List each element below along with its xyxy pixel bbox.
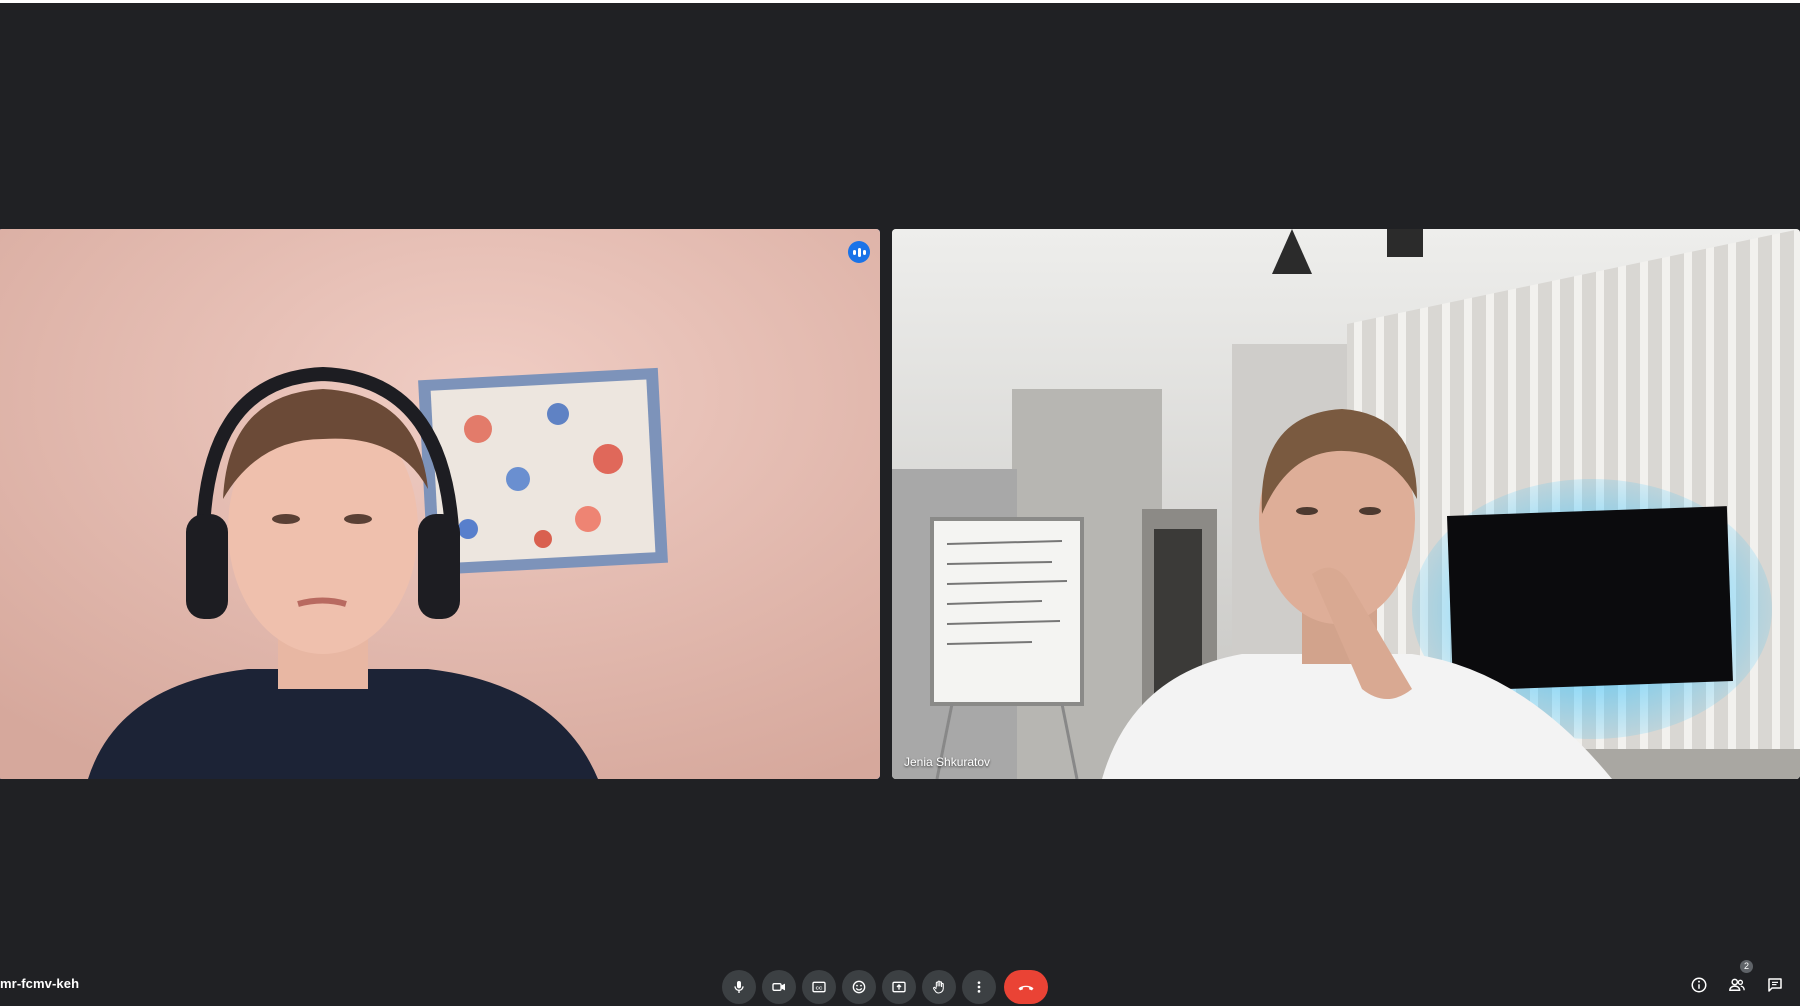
participant-tile-2[interactable]: Jenia Shkuratov (892, 229, 1800, 779)
people-button[interactable]: 2 (1726, 960, 1753, 996)
meeting-details-button[interactable] (1688, 974, 1710, 996)
present-screen-icon (892, 981, 906, 993)
people-icon (1729, 978, 1745, 991)
meeting-window: Jenia Shkuratov mr-fcmv-keh CC 2 (0, 3, 1800, 1006)
camera-button[interactable] (762, 970, 796, 1004)
raise-hand-button[interactable] (922, 970, 956, 1004)
call-controls: CC (722, 970, 1048, 1004)
emoji-icon (852, 980, 866, 994)
microphone-icon (734, 981, 744, 993)
present-screen-button[interactable] (882, 970, 916, 1004)
captions-button[interactable]: CC (802, 970, 836, 1004)
chat-icon (1768, 978, 1782, 992)
participant-2-video (892, 229, 1800, 779)
more-options-icon (977, 981, 981, 993)
meeting-code: mr-fcmv-keh (0, 976, 80, 991)
speaking-indicator-icon (848, 241, 870, 263)
raise-hand-icon (933, 980, 944, 994)
side-tools: 2 (1688, 960, 1786, 996)
chat-button[interactable] (1764, 974, 1786, 996)
end-call-icon (1018, 985, 1034, 991)
info-icon (1691, 977, 1707, 993)
participant-1-video (0, 229, 880, 779)
people-count-badge: 2 (1740, 960, 1753, 973)
camera-icon (772, 983, 785, 991)
end-call-button[interactable] (1004, 970, 1048, 1004)
participant-tile-1[interactable] (0, 229, 880, 779)
participant-2-name: Jenia Shkuratov (904, 755, 991, 769)
more-options-button[interactable] (962, 970, 996, 1004)
microphone-button[interactable] (722, 970, 756, 1004)
captions-icon: CC (812, 981, 826, 993)
emoji-button[interactable] (842, 970, 876, 1004)
svg-text:CC: CC (816, 985, 823, 990)
